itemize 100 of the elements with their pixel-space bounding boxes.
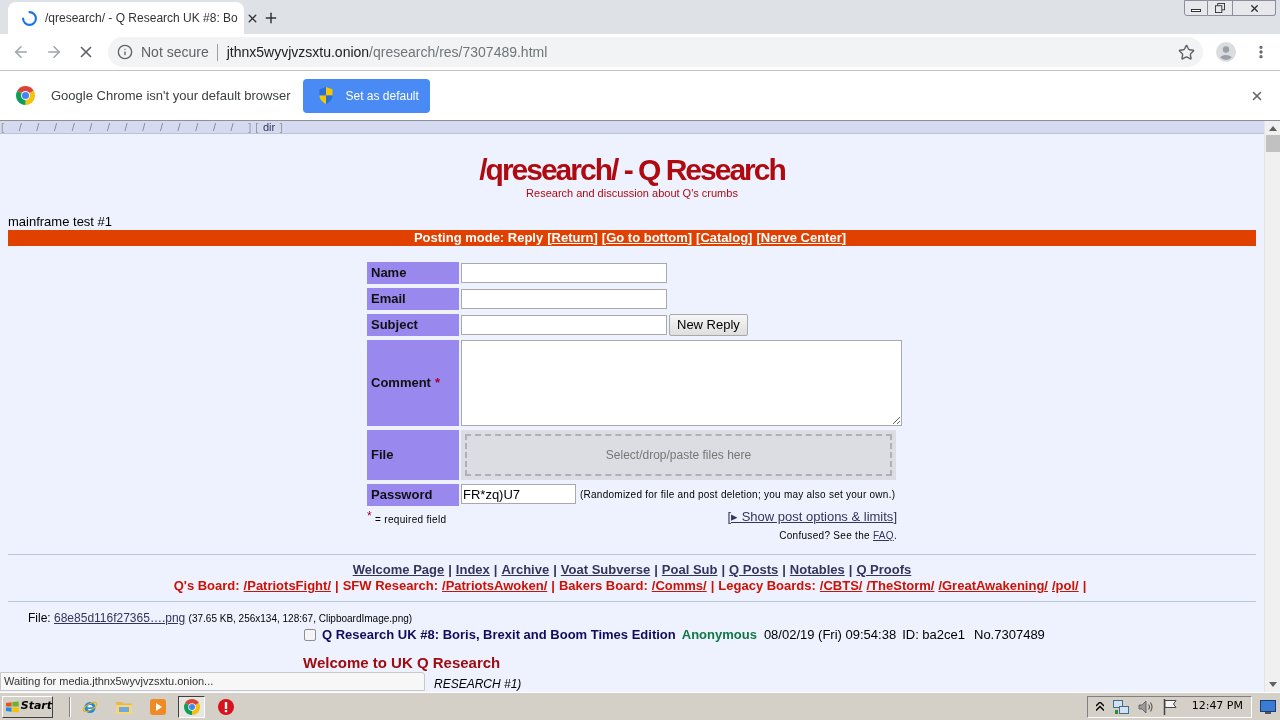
poster-id: ID: ba2ce1 [902, 626, 965, 645]
bracket: ] [593, 229, 598, 248]
text-field[interactable] [461, 315, 667, 335]
separator: | [553, 561, 557, 580]
password-note: (Randomized for file and post deletion; you may also set your own.) [580, 487, 896, 502]
text-field[interactable] [461, 263, 667, 283]
field-label: Subject [367, 314, 459, 336]
posting-link[interactable]: Go to bottom [606, 228, 688, 248]
taskbar-app-button[interactable] [178, 695, 205, 718]
start-button[interactable]: Start [2, 695, 53, 718]
bracket: ] [279, 120, 283, 134]
board-link[interactable]: / [195, 120, 199, 134]
tab-title: /qresearch/ - Q Research UK #8: Bo [45, 10, 238, 27]
board-link[interactable]: / [159, 120, 163, 134]
security-label: Not secure [141, 42, 209, 62]
new-tab-icon[interactable] [263, 10, 279, 26]
board-link[interactable]: /GreatAwakening/ [938, 576, 1048, 596]
browser-logo-icon [16, 86, 35, 105]
board-link[interactable]: / [177, 120, 181, 134]
field-label: File [367, 430, 459, 480]
post-subject: Q Research UK #8: Boris, Brexit and Boom Times Edition [322, 626, 676, 645]
post-checkbox[interactable] [304, 629, 316, 641]
minimize-button[interactable] [1184, 0, 1208, 16]
scroll-up-icon[interactable] [1268, 126, 1277, 131]
board-link[interactable]: / [71, 120, 75, 134]
faq-link[interactable]: FAQ [873, 530, 894, 541]
comment-field[interactable] [461, 340, 902, 426]
folder-icon [115, 699, 132, 714]
password-field[interactable]: FR*zq)U7 [461, 484, 576, 504]
chevron-up-icon[interactable] [1095, 702, 1104, 711]
board-link[interactable]: / [53, 120, 58, 134]
bracket: [ [1, 120, 5, 134]
address-bar[interactable]: Not secure jthnx5wyvjvzsxtu.onion/qresearch/res/7307489.html [108, 37, 1203, 67]
bracket: [ [547, 229, 552, 248]
field-label: Password [367, 484, 459, 506]
board-link[interactable]: / [18, 120, 22, 134]
board-link[interactable]: / [36, 120, 40, 134]
board-title: /qresearch/ - Q Research [479, 154, 785, 186]
file-link[interactable]: 68e85d116f27365….png [54, 611, 186, 625]
nav-link[interactable]: Q Posts [729, 560, 779, 580]
posting-link[interactable]: Catalog [700, 228, 749, 248]
board-link[interactable]: / [106, 120, 110, 134]
exclamation-circle-icon [217, 698, 234, 715]
board-link[interactable]: / [142, 120, 146, 134]
bracket: ] [687, 229, 693, 248]
separator: | [335, 577, 339, 596]
board-link[interactable]: / [124, 120, 128, 134]
bracket: ] [841, 229, 847, 248]
board-link[interactable]: / [89, 120, 93, 134]
bracket: [ [727, 508, 731, 527]
announcement: mainframe test #1 [8, 214, 113, 230]
post-date: 08/02/19 (Fri) 09:54:38 [763, 626, 897, 645]
post-heading: Welcome to UK Q Research [303, 654, 501, 672]
board-group-label: Bakers Board: [558, 577, 648, 596]
show-desktop-icon[interactable] [1260, 699, 1276, 714]
scroll-down-icon[interactable] [1268, 682, 1277, 687]
bracket: ] [893, 508, 897, 527]
text-field[interactable] [461, 289, 667, 309]
profile-avatar-icon[interactable] [1216, 42, 1236, 62]
nav-link[interactable]: Voat Subverse [560, 560, 651, 580]
bracket: [ [255, 120, 259, 134]
network-icon[interactable] [1112, 698, 1129, 715]
board-group-label: SFW Research: [342, 577, 438, 596]
vertical-scrollbar[interactable] [1264, 121, 1280, 692]
file-info: File: 68e85d116f27365….png (37.65 KB, 256x134, 128:67, ClipboardImage.png) [28, 610, 413, 627]
minimize-icon [1191, 9, 1201, 12]
scroll-thumb[interactable] [1265, 135, 1280, 152]
info-icon[interactable] [117, 44, 133, 60]
close-button[interactable] [1233, 0, 1276, 16]
board-link[interactable]: /PatriotsFight/ [243, 576, 331, 596]
speaker-icon[interactable] [1137, 699, 1154, 714]
separator: | [782, 561, 786, 580]
infobar-message: Google Chrome isn't your default browser [51, 86, 291, 105]
bracket: [ [601, 229, 607, 248]
board-link[interactable]: / [212, 120, 216, 134]
restore-icon [1215, 3, 1225, 13]
field-label: Comment * [367, 340, 459, 426]
separator: | [721, 561, 726, 580]
board-link[interactable]: /pol/ [1051, 576, 1079, 596]
status-bubble: Waiting for media.jthnx5wyvjvzsxtu.onion... [0, 672, 425, 691]
new-reply-button[interactable]: New Reply [669, 314, 748, 336]
faq-hint: Confused? See the FAQ. [779, 529, 897, 543]
close-icon [1248, 2, 1260, 14]
field-label: Email [367, 288, 459, 310]
posting-mode-label: Posting mode: Reply [413, 229, 544, 248]
post-number[interactable]: No.7307489 [974, 625, 1045, 645]
post-text: RESEARCH #1) [434, 677, 522, 691]
posting-link[interactable]: Nerve Center [760, 228, 842, 248]
separator: | [710, 577, 715, 596]
board-group-label: Legacy Boards: [718, 577, 816, 596]
flag-icon[interactable] [1162, 698, 1177, 715]
restore-button[interactable] [1208, 0, 1233, 16]
bookmark-star-icon[interactable] [1178, 43, 1195, 61]
nav-link[interactable]: Welcome Page [352, 560, 445, 580]
board-link[interactable]: / [230, 120, 234, 134]
file-dropzone[interactable]: Select/drop/paste files here [461, 430, 896, 480]
set-default-button[interactable]: Set as default [303, 78, 431, 113]
board-link[interactable]: dir [262, 120, 276, 134]
field-label: Name [367, 262, 459, 284]
bracket: [ [756, 229, 761, 248]
